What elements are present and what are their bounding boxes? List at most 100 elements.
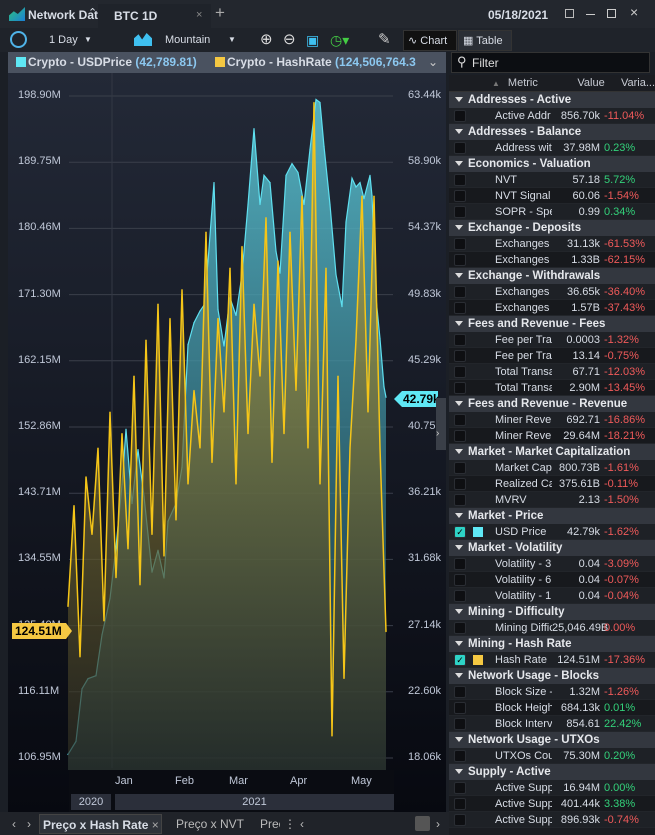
metric-row[interactable]: NVT Signal 60.06 -1.54%: [449, 188, 655, 204]
table-view-button[interactable]: ▦ Table: [458, 30, 512, 51]
metric-checkbox[interactable]: ✓: [454, 654, 466, 666]
metric-row[interactable]: Fee per Tra 0.0003 -1.32%: [449, 332, 655, 348]
metric-checkbox[interactable]: [454, 302, 466, 314]
group-header[interactable]: Supply - Active: [449, 764, 655, 780]
collapse-arrow-icon[interactable]: [455, 609, 463, 614]
collapse-arrow-icon[interactable]: [455, 545, 463, 550]
metric-row[interactable]: Market Cap 800.73B -1.61%: [449, 460, 655, 476]
metric-checkbox[interactable]: [454, 334, 466, 346]
group-header[interactable]: Mining - Hash Rate: [449, 636, 655, 652]
collapse-arrow-icon[interactable]: [455, 673, 463, 678]
metric-checkbox[interactable]: [454, 718, 466, 730]
metric-checkbox[interactable]: [454, 142, 466, 154]
collapse-arrow-icon[interactable]: [455, 641, 463, 646]
group-header[interactable]: Fees and Revenue - Fees: [449, 316, 655, 332]
metric-row[interactable]: MVRV 2.13 -1.50%: [449, 492, 655, 508]
metric-row[interactable]: Miner Rever 29.64M -18.21%: [449, 428, 655, 444]
zoom-history-icon[interactable]: ◷▾: [330, 28, 349, 52]
metric-row[interactable]: Active Supp 401.44k 3.38%: [449, 796, 655, 812]
chart-type-select[interactable]: Mountain: [165, 28, 210, 52]
metric-row[interactable]: Active Addr 856.70k -11.04%: [449, 108, 655, 124]
collapse-arrow-icon[interactable]: [455, 737, 463, 742]
metric-row[interactable]: Exchanges I 31.13k -61.53%: [449, 236, 655, 252]
maximize-icon[interactable]: [607, 9, 616, 18]
metric-row[interactable]: NVT 57.18 5.72%: [449, 172, 655, 188]
metric-row[interactable]: Exchanges I 1.33B -62.15%: [449, 252, 655, 268]
legend-expand-icon[interactable]: ⌄: [428, 52, 438, 73]
more-tabs-icon[interactable]: ⋮: [284, 814, 296, 834]
metric-row[interactable]: Total Transa 2.90M -13.45%: [449, 380, 655, 396]
metric-row[interactable]: UTXOs Cour 75.30M 0.20%: [449, 748, 655, 764]
metric-checkbox[interactable]: [454, 590, 466, 602]
tabs-scrollbar-thumb[interactable]: [415, 816, 430, 831]
group-header[interactable]: Network Usage - UTXOs: [449, 732, 655, 748]
metric-checkbox[interactable]: [454, 286, 466, 298]
group-header[interactable]: Exchange - Withdrawals: [449, 268, 655, 284]
metric-checkbox[interactable]: [454, 350, 466, 362]
chart-type-dropdown-icon[interactable]: ▼: [228, 28, 236, 52]
metric-row[interactable]: Block Size - 1.32M -1.26%: [449, 684, 655, 700]
zoom-out-icon[interactable]: ⊖: [283, 28, 296, 52]
metric-row[interactable]: Fee per Tra 13.14 -0.75%: [449, 348, 655, 364]
metric-checkbox[interactable]: [454, 750, 466, 762]
metric-checkbox[interactable]: [454, 462, 466, 474]
metric-checkbox[interactable]: [454, 206, 466, 218]
filter-input[interactable]: ⚲ Filter: [451, 52, 650, 73]
restore-window-icon[interactable]: [565, 9, 574, 18]
metric-row[interactable]: Active Supp 896.93k -0.74%: [449, 812, 655, 828]
group-header[interactable]: Addresses - Active: [449, 92, 655, 108]
metric-checkbox[interactable]: [454, 702, 466, 714]
metric-checkbox[interactable]: [454, 814, 466, 826]
metric-row[interactable]: Volatility - 6 0.04 -0.07%: [449, 572, 655, 588]
legend-hashrate[interactable]: Crypto - HashRate (124,506,764.3: [227, 52, 416, 73]
metric-checkbox[interactable]: [454, 190, 466, 202]
metric-row[interactable]: Volatility - 3 0.04 -3.09%: [449, 556, 655, 572]
collapse-arrow-icon[interactable]: [455, 161, 463, 166]
metric-checkbox[interactable]: [454, 254, 466, 266]
zoom-selection-icon[interactable]: ▣: [306, 28, 319, 52]
clock-icon[interactable]: [10, 31, 27, 48]
add-tab-icon[interactable]: +: [215, 3, 225, 23]
metric-checkbox[interactable]: [454, 414, 466, 426]
collapse-arrow-icon[interactable]: [455, 513, 463, 518]
group-header[interactable]: Exchange - Deposits: [449, 220, 655, 236]
draw-pencil-icon[interactable]: ✎: [378, 28, 391, 52]
close-window-icon[interactable]: ×: [630, 4, 638, 20]
metric-row[interactable]: Address wit 37.98M 0.23%: [449, 140, 655, 156]
scroll-right-icon[interactable]: ›: [436, 814, 440, 834]
side-scroll-handle[interactable]: ›: [436, 398, 446, 450]
collapse-arrow-icon[interactable]: [455, 449, 463, 454]
collapse-arrow-icon[interactable]: [455, 225, 463, 230]
metric-checkbox[interactable]: [454, 622, 466, 634]
collapse-arrow-icon[interactable]: [455, 401, 463, 406]
close-tab-icon[interactable]: ×: [196, 9, 202, 21]
column-value[interactable]: Value: [567, 77, 615, 89]
metric-row[interactable]: Exchanges I 1.57B -37.43%: [449, 300, 655, 316]
group-header[interactable]: Economics - Valuation: [449, 156, 655, 172]
tab-preco-nvt[interactable]: Preço x NVT: [176, 814, 244, 834]
metric-checkbox[interactable]: [454, 382, 466, 394]
collapse-arrow-icon[interactable]: [455, 129, 463, 134]
tab-preco-hash-rate[interactable]: Preço x Hash Rate ×: [39, 814, 162, 834]
metric-checkbox[interactable]: [454, 574, 466, 586]
column-variation[interactable]: Varia...: [621, 77, 655, 89]
metric-row[interactable]: Block Height 684.13k 0.01%: [449, 700, 655, 716]
group-header[interactable]: Network Usage - Blocks: [449, 668, 655, 684]
metric-row[interactable]: Exchanges I 36.65k -36.40%: [449, 284, 655, 300]
metric-checkbox[interactable]: ✓: [454, 526, 466, 538]
zoom-in-icon[interactable]: ⊕: [260, 28, 273, 52]
tabs-prev-icon[interactable]: ‹: [12, 814, 16, 834]
group-header[interactable]: Market - Volatility: [449, 540, 655, 556]
interval-select[interactable]: 1 Day: [49, 28, 78, 52]
tab-preco-truncated[interactable]: Preç: [260, 814, 280, 834]
legend-price[interactable]: Crypto - USDPrice (42,789.81): [28, 52, 197, 73]
metric-checkbox[interactable]: [454, 782, 466, 794]
metric-row[interactable]: Total Transa 67.71 -12.03%: [449, 364, 655, 380]
metric-checkbox[interactable]: [454, 110, 466, 122]
minimize-icon[interactable]: [586, 14, 595, 15]
metric-row[interactable]: Miner Rever 692.71 -16.86%: [449, 412, 655, 428]
group-header[interactable]: Addresses - Balance: [449, 124, 655, 140]
metric-row[interactable]: Volatility - 1 0.04 -0.04%: [449, 588, 655, 604]
group-header[interactable]: Market - Price: [449, 508, 655, 524]
metric-row[interactable]: Block Interv 854.61 22.42%: [449, 716, 655, 732]
